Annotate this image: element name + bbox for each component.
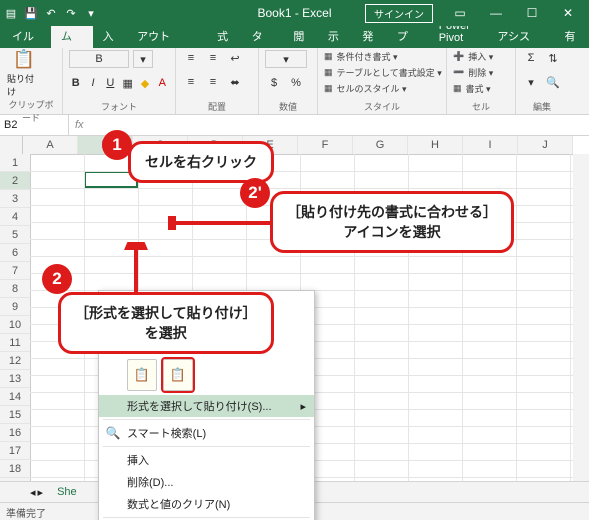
paste-option-default[interactable]: 📋: [127, 359, 157, 391]
window-title: Book1 - Excel: [257, 6, 331, 20]
badge-2: 2: [42, 264, 72, 294]
fill-color-button[interactable]: ◆: [138, 75, 151, 91]
align-center-icon[interactable]: ≡: [204, 74, 222, 90]
close-icon[interactable]: ✕: [551, 0, 585, 26]
wrap-icon[interactable]: ↩: [226, 50, 244, 66]
ctx-smart-lookup[interactable]: 🔍スマート検索(L): [99, 422, 314, 444]
formula-bar-row: B2 fx: [0, 115, 589, 136]
find-icon[interactable]: 🔍: [544, 74, 562, 90]
sheet-nav-next-icon[interactable]: ▸: [38, 486, 44, 499]
align-left-icon[interactable]: ≡: [182, 74, 200, 90]
group-number: 数値: [265, 100, 311, 113]
callout-2prime: ［貼り付け先の書式に合わせる］ アイコンを選択: [270, 191, 514, 253]
ribbon-display-icon[interactable]: ▭: [443, 0, 477, 26]
spreadsheet-grid[interactable]: ABCDEFGHIJ 12345678910111213141516171819…: [0, 136, 589, 502]
col-header[interactable]: H: [408, 136, 463, 154]
sheet-nav-prev-icon[interactable]: ◂: [30, 486, 36, 499]
currency-icon[interactable]: $: [265, 75, 283, 91]
underline-button[interactable]: U: [104, 75, 117, 91]
row-header[interactable]: 1: [0, 154, 30, 172]
font-color-button[interactable]: A: [156, 75, 169, 91]
row-header[interactable]: 16: [0, 424, 30, 442]
font-name[interactable]: B: [69, 50, 129, 68]
row-header[interactable]: 18: [0, 460, 30, 478]
row-header[interactable]: 10: [0, 316, 30, 334]
row-header[interactable]: 6: [0, 244, 30, 262]
row-header[interactable]: 9: [0, 298, 30, 316]
paste-label: 貼り付け: [7, 72, 41, 98]
save-icon[interactable]: 💾: [24, 6, 38, 20]
fx-icon[interactable]: fx: [75, 119, 84, 131]
sheet-tab[interactable]: She: [45, 484, 89, 500]
group-styles: スタイル: [324, 100, 440, 113]
qat-more-icon[interactable]: ▾: [84, 6, 98, 20]
row-headers: 12345678910111213141516171819: [0, 154, 31, 482]
select-all-corner[interactable]: [0, 136, 23, 154]
number-format[interactable]: ▾: [265, 50, 307, 68]
paste-option-match-dest[interactable]: 📋: [163, 359, 193, 391]
sort-icon[interactable]: ⇅: [544, 50, 562, 66]
percent-icon[interactable]: %: [287, 75, 305, 91]
delete-cells-button[interactable]: ➖ 削除 ▾: [453, 66, 509, 79]
font-size[interactable]: ▾: [133, 50, 153, 68]
fill-icon[interactable]: ▾: [522, 74, 540, 90]
group-align: 配置: [182, 100, 252, 113]
merge-icon[interactable]: ⬌: [226, 74, 244, 90]
col-header[interactable]: G: [353, 136, 408, 154]
bold-button[interactable]: B: [69, 75, 82, 91]
italic-button[interactable]: I: [86, 75, 99, 91]
autosum-icon[interactable]: Σ: [522, 50, 540, 66]
group-font: フォント: [69, 100, 169, 113]
row-header[interactable]: 12: [0, 352, 30, 370]
callout-1: セルを右クリック: [128, 141, 274, 183]
row-header[interactable]: 14: [0, 388, 30, 406]
submenu-arrow-icon: ▸: [300, 400, 306, 413]
row-header[interactable]: 13: [0, 370, 30, 388]
row-header[interactable]: 2: [0, 172, 30, 190]
col-header[interactable]: F: [298, 136, 353, 154]
format-cells-button[interactable]: ▦ 書式 ▾: [453, 82, 509, 95]
border-button[interactable]: ▦: [121, 75, 134, 91]
callout-2: ［形式を選択して貼り付け］ を選択: [58, 292, 274, 354]
table-format-button[interactable]: ▦ テーブルとして書式設定 ▾: [324, 66, 440, 79]
maximize-icon[interactable]: ☐: [515, 0, 549, 26]
row-header[interactable]: 15: [0, 406, 30, 424]
minimize-icon[interactable]: ―: [479, 0, 513, 26]
row-header[interactable]: 4: [0, 208, 30, 226]
group-cells: セル: [453, 100, 509, 113]
ribbon: 📋 貼り付け クリップボード B ▾ B I U ▦ ◆ A フォント ≡ ≡ …: [0, 48, 589, 115]
title-bar: ▤ 💾 ↶ ↷ ▾ Book1 - Excel サインイン ▭ ― ☐ ✕: [0, 0, 589, 26]
paste-button[interactable]: 📋 貼り付け: [6, 50, 42, 96]
ctx-paste-special[interactable]: 形式を選択して貼り付け(S)...▸: [99, 395, 314, 417]
row-header[interactable]: 8: [0, 280, 30, 298]
signin-button[interactable]: サインイン: [365, 4, 433, 23]
name-box[interactable]: B2: [0, 115, 69, 135]
cond-format-button[interactable]: ▦ 条件付き書式 ▾: [324, 50, 440, 63]
badge-1: 1: [102, 130, 132, 160]
group-edit: 編集: [522, 100, 562, 113]
undo-icon[interactable]: ↶: [44, 6, 58, 20]
align-mid-icon[interactable]: ≡: [204, 50, 222, 66]
search-icon: 🔍: [105, 425, 121, 441]
redo-icon[interactable]: ↷: [64, 6, 78, 20]
cell-styles-button[interactable]: ▦ セルのスタイル ▾: [324, 82, 440, 95]
col-header[interactable]: J: [518, 136, 573, 154]
clipboard-icon: 📋: [13, 49, 35, 70]
align-top-icon[interactable]: ≡: [182, 50, 200, 66]
ctx-clear[interactable]: 数式と値のクリア(N): [99, 493, 314, 515]
col-header[interactable]: A: [23, 136, 78, 154]
vertical-scrollbar[interactable]: [573, 154, 589, 482]
badge-2prime: 2': [240, 178, 270, 208]
app-icon: ▤: [4, 6, 18, 20]
ribbon-tabs: ファイル ホーム 挿入 ページ レイアウト 数式 データ 校閲 表示 開発 ヘル…: [0, 26, 589, 48]
ctx-insert[interactable]: 挿入: [99, 449, 314, 471]
insert-cells-button[interactable]: ➕ 挿入 ▾: [453, 50, 509, 63]
row-header[interactable]: 7: [0, 262, 30, 280]
row-header[interactable]: 11: [0, 334, 30, 352]
row-header[interactable]: 17: [0, 442, 30, 460]
ctx-delete[interactable]: 削除(D)...: [99, 471, 314, 493]
row-header[interactable]: 5: [0, 226, 30, 244]
col-header[interactable]: I: [463, 136, 518, 154]
row-header[interactable]: 3: [0, 190, 30, 208]
